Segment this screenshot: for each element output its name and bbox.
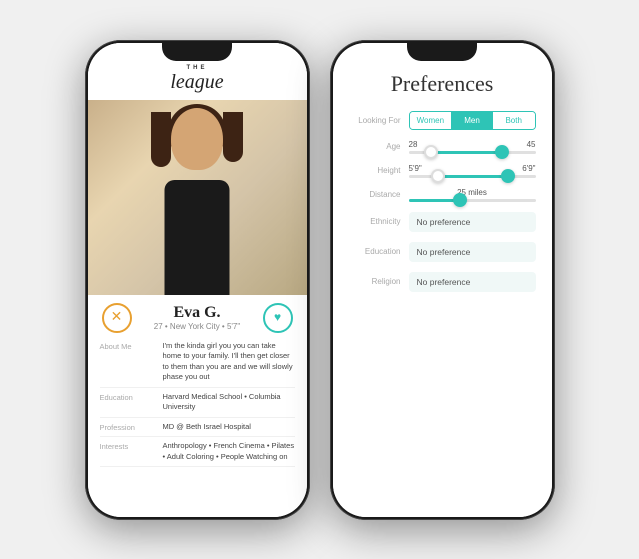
religion-label: Religion xyxy=(349,277,401,286)
education-control[interactable]: No preference xyxy=(409,242,536,262)
name-bar: ✕ Eva G. 27 • New York City • 5'7" ♥ xyxy=(88,295,307,337)
education-label: Education xyxy=(100,392,155,413)
profession-value: MD @ Beth Israel Hospital xyxy=(163,422,251,433)
gender-toggle[interactable]: Women Men Both xyxy=(409,111,536,130)
education-row: Education Harvard Medical School • Colum… xyxy=(100,388,295,418)
phones-container: THE league ✕ Eva G. xyxy=(65,20,575,540)
age-fill xyxy=(428,151,498,154)
profile-details-line: 27 • New York City • 5'7" xyxy=(142,322,253,331)
age-thumb-max[interactable] xyxy=(495,145,509,159)
preferences-app: Preferences Looking For Women Men Both A… xyxy=(333,43,552,517)
reject-button[interactable]: ✕ xyxy=(102,303,132,333)
age-track xyxy=(409,151,536,154)
profession-label: Profession xyxy=(100,422,155,433)
age-max: 45 xyxy=(527,140,536,149)
notch-1 xyxy=(162,43,232,61)
name-info: Eva G. 27 • New York City • 5'7" xyxy=(142,304,253,331)
gender-men[interactable]: Men xyxy=(451,112,493,129)
distance-fill xyxy=(409,199,457,202)
distance-value: 25 miles xyxy=(409,188,536,197)
phone-2: Preferences Looking For Women Men Both A… xyxy=(330,40,555,520)
torso xyxy=(165,180,230,295)
religion-control[interactable]: No preference xyxy=(409,272,536,292)
height-label: Height xyxy=(349,166,401,175)
height-thumb-min[interactable] xyxy=(431,169,445,183)
religion-row: Religion No preference xyxy=(349,272,536,292)
interests-row: Interests Anthropology • French Cinema •… xyxy=(100,437,295,467)
height-max: 6'9" xyxy=(522,164,535,173)
age-control: 28 45 xyxy=(409,140,536,154)
distance-label: Distance xyxy=(349,190,401,199)
profile-photo xyxy=(88,100,307,295)
ethnicity-label: Ethnicity xyxy=(349,217,401,226)
height-labels: 5'9" 6'9" xyxy=(409,164,536,173)
distance-control: 25 miles xyxy=(409,188,536,202)
person-silhouette xyxy=(137,100,257,295)
height-control: 5'9" 6'9" xyxy=(409,164,536,178)
about-value: I'm the kinda girl you you can take home… xyxy=(163,341,295,383)
logo-league: league xyxy=(88,71,307,94)
education-row: Education No preference xyxy=(349,242,536,262)
gender-both[interactable]: Both xyxy=(493,112,535,129)
looking-for-label: Looking For xyxy=(349,116,401,125)
age-label: Age xyxy=(349,142,401,151)
hair-left xyxy=(151,112,171,167)
profession-row: Profession MD @ Beth Israel Hospital xyxy=(100,418,295,438)
education-dropdown[interactable]: No preference xyxy=(409,242,536,262)
education-value: Harvard Medical School • Columbia Univer… xyxy=(163,392,295,413)
ethnicity-control[interactable]: No preference xyxy=(409,212,536,232)
looking-for-row: Looking For Women Men Both xyxy=(349,111,536,130)
profile-details: About Me I'm the kinda girl you you can … xyxy=(88,337,307,468)
about-row: About Me I'm the kinda girl you you can … xyxy=(100,337,295,388)
distance-row: Distance 25 miles xyxy=(349,188,536,202)
interests-value: Anthropology • French Cinema • Pilates •… xyxy=(163,441,295,462)
height-track xyxy=(409,175,536,178)
education-pref-label: Education xyxy=(349,247,401,256)
league-app: THE league ✕ Eva G. xyxy=(88,43,307,517)
hair-right xyxy=(223,112,243,162)
interests-label: Interests xyxy=(100,441,155,462)
age-row: Age 28 45 xyxy=(349,140,536,154)
ethnicity-dropdown[interactable]: No preference xyxy=(409,212,536,232)
notch-2 xyxy=(407,43,477,61)
about-label: About Me xyxy=(100,341,155,383)
profile-name: Eva G. xyxy=(142,304,253,322)
face xyxy=(171,108,223,170)
age-min: 28 xyxy=(409,140,418,149)
distance-thumb[interactable] xyxy=(453,193,467,207)
height-row: Height 5'9" 6'9" xyxy=(349,164,536,178)
distance-track xyxy=(409,199,536,202)
like-button[interactable]: ♥ xyxy=(263,303,293,333)
height-thumb-max[interactable] xyxy=(501,169,515,183)
height-min: 5'9" xyxy=(409,164,422,173)
gender-toggle-control: Women Men Both xyxy=(409,111,536,130)
religion-dropdown[interactable]: No preference xyxy=(409,272,536,292)
prefs-title: Preferences xyxy=(349,71,536,97)
gender-women[interactable]: Women xyxy=(410,112,452,129)
age-thumb-min[interactable] xyxy=(424,145,438,159)
phone-1: THE league ✕ Eva G. xyxy=(85,40,310,520)
ethnicity-row: Ethnicity No preference xyxy=(349,212,536,232)
